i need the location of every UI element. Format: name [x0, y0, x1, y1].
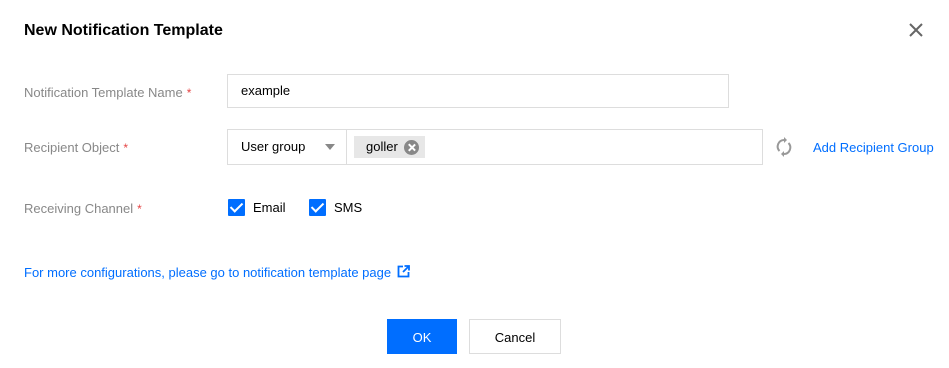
recipient-type-selected-value: User group — [241, 139, 306, 154]
recipient-object-label: Recipient Object * — [24, 139, 128, 157]
close-icon[interactable] — [906, 20, 926, 40]
recipient-tag-label: goller — [366, 139, 398, 154]
cancel-button[interactable]: Cancel — [469, 319, 561, 354]
template-name-label-text: Notification Template Name — [24, 85, 183, 100]
receiving-channel-label-text: Receiving Channel — [24, 201, 134, 216]
more-configurations-link-text: For more configurations, please go to no… — [24, 265, 392, 280]
sms-checkbox-option[interactable]: SMS — [309, 199, 362, 216]
required-mark: * — [137, 202, 142, 216]
email-checkbox-option[interactable]: Email — [228, 199, 286, 216]
ok-button[interactable]: OK — [387, 319, 457, 354]
template-name-input[interactable]: example — [227, 74, 729, 108]
receiving-channel-label: Receiving Channel * — [24, 200, 142, 218]
remove-tag-icon[interactable] — [403, 139, 419, 155]
email-checkbox-label: Email — [253, 200, 286, 215]
required-mark: * — [123, 141, 129, 155]
refresh-icon[interactable] — [775, 137, 793, 157]
sms-checkbox-label: SMS — [334, 200, 363, 215]
required-mark: * — [186, 86, 192, 100]
template-name-label: Notification Template Name * — [24, 84, 191, 102]
add-recipient-group-link[interactable]: Add Recipient Group — [813, 139, 934, 157]
more-configurations-link[interactable]: For more configurations, please go to no… — [24, 264, 411, 283]
recipient-object-label-text: Recipient Object — [24, 140, 120, 155]
email-checkbox[interactable] — [228, 199, 245, 216]
dialog-title: New Notification Template — [24, 22, 223, 39]
recipient-group-tag-input[interactable]: goller — [346, 129, 763, 165]
recipient-type-select[interactable]: User group — [227, 129, 347, 165]
recipient-tag: goller — [354, 136, 425, 158]
sms-checkbox[interactable] — [309, 199, 326, 216]
chevron-down-icon — [325, 144, 335, 150]
external-link-icon — [397, 265, 411, 283]
new-notification-template-dialog: New Notification Template Notification T… — [0, 0, 949, 368]
